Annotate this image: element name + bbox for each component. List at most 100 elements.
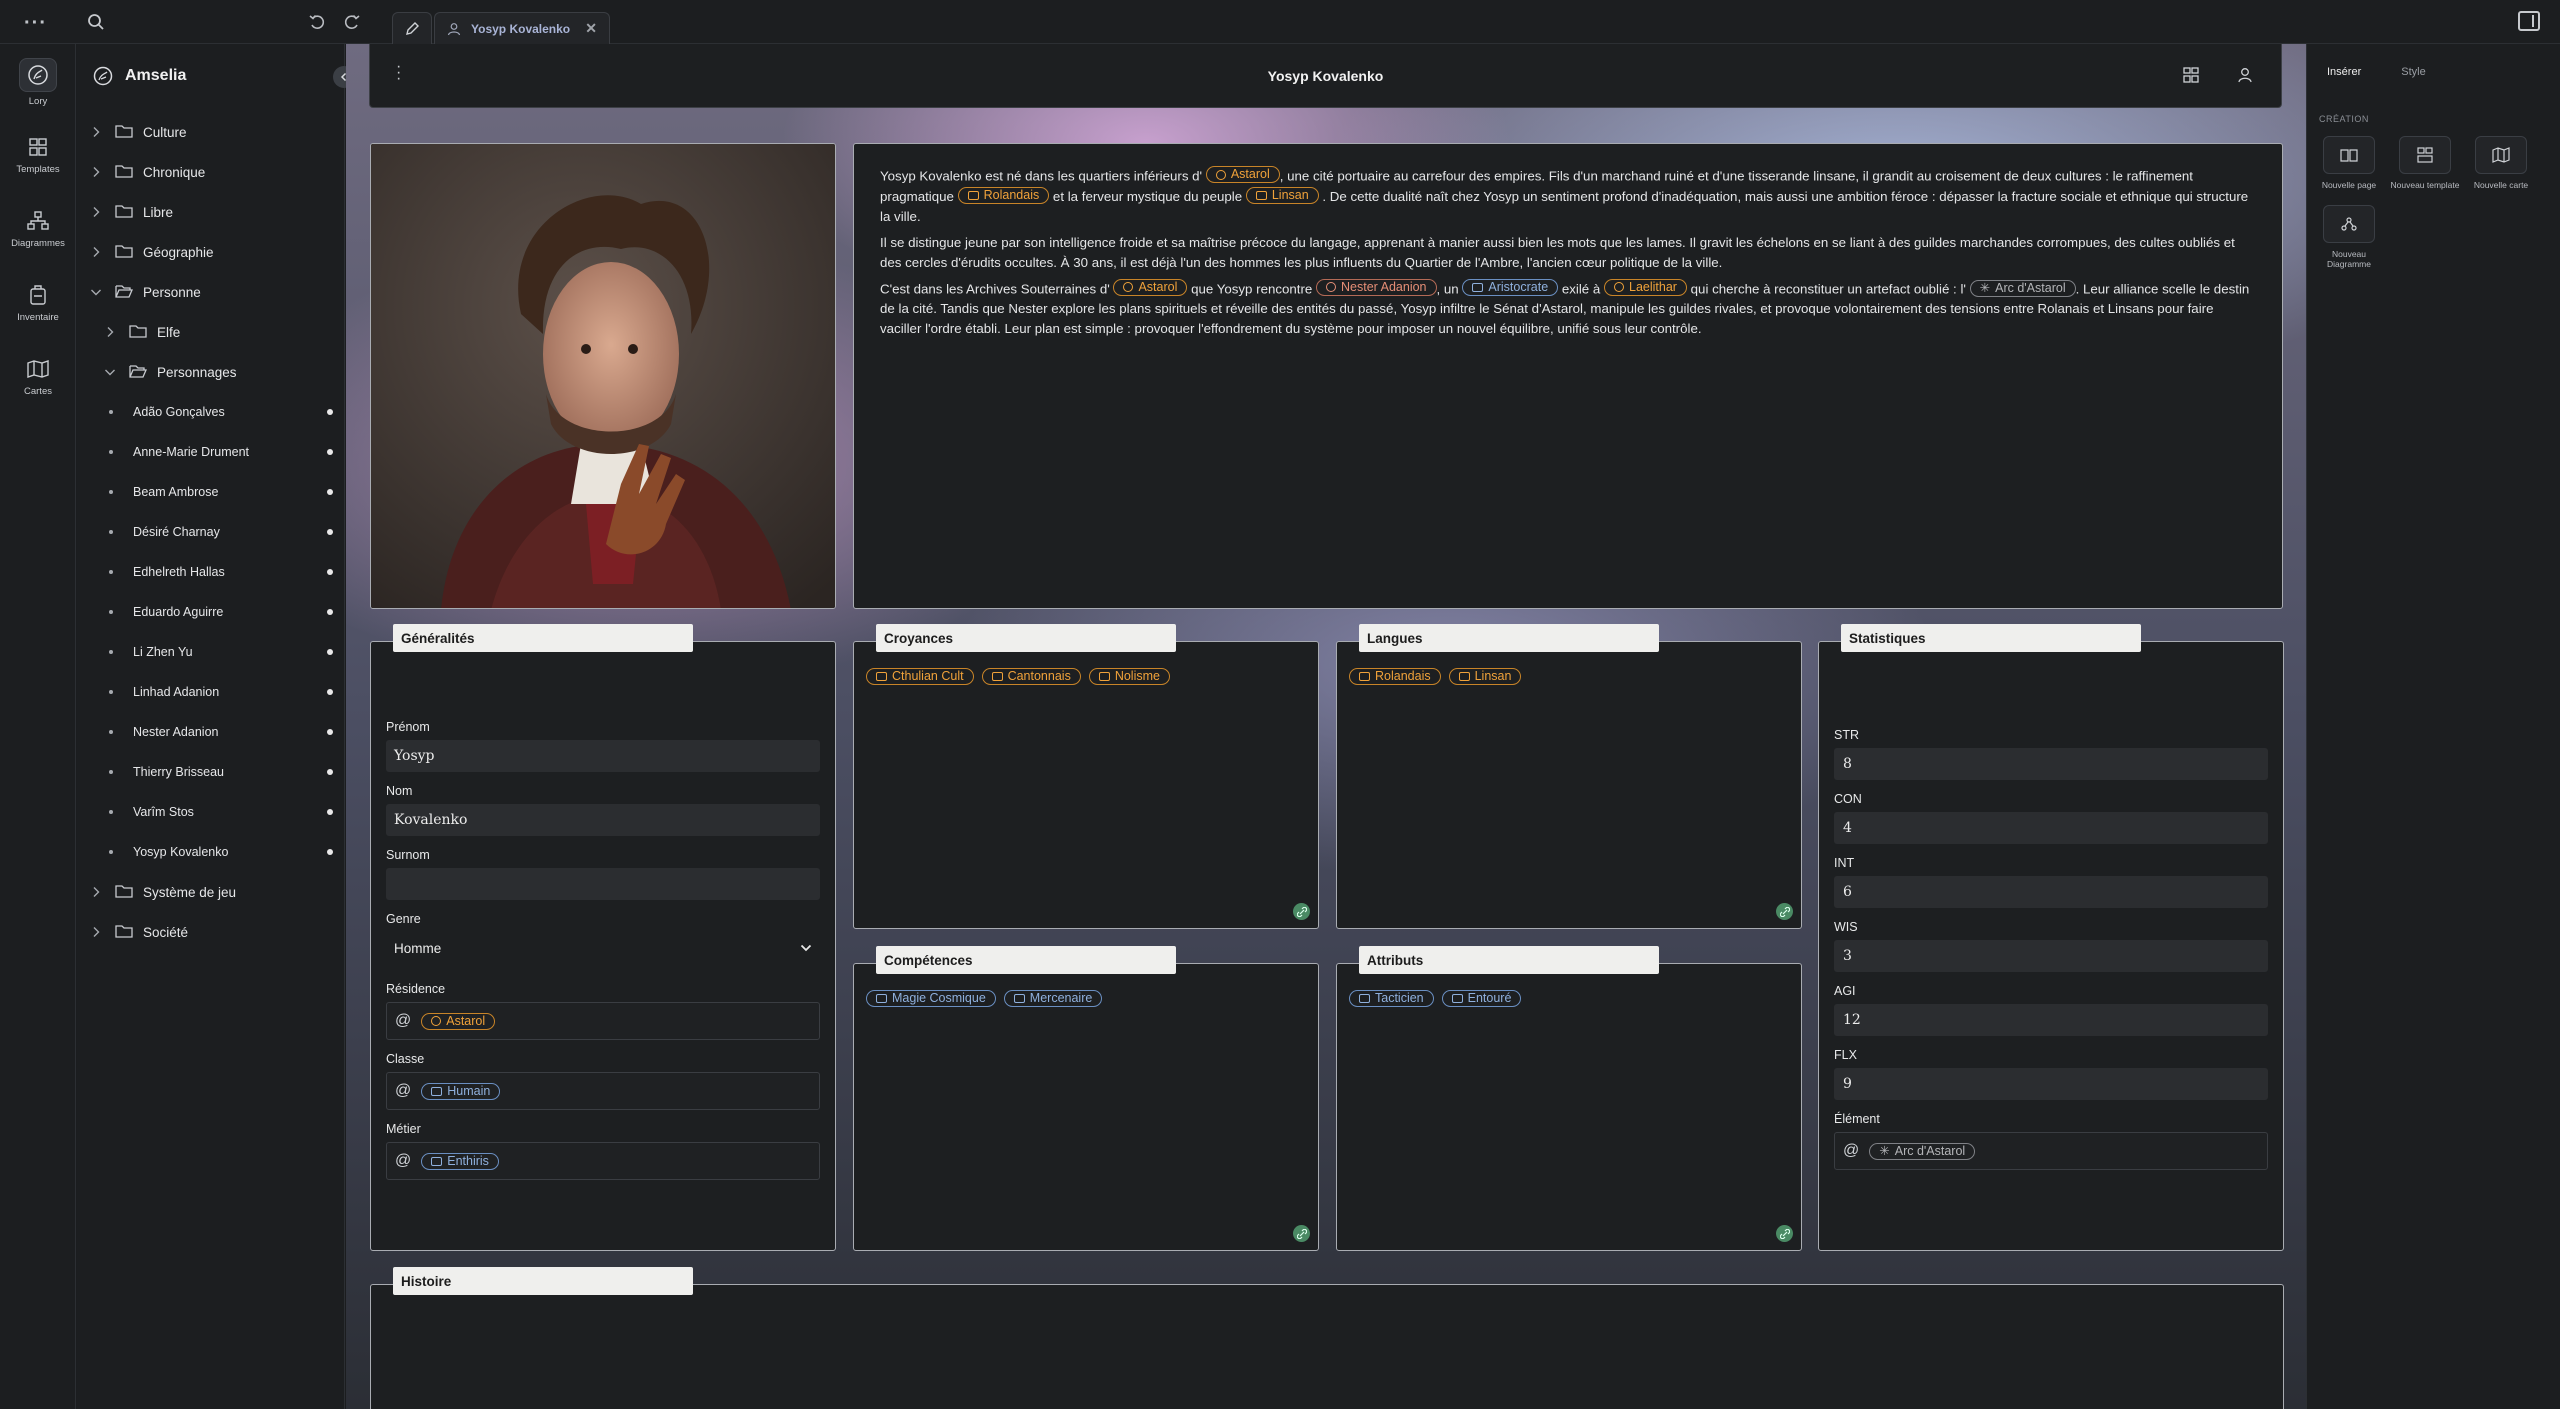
toggle-right-panel-icon[interactable] — [2518, 11, 2540, 31]
tree-item-personnages[interactable]: Personnages — [77, 352, 345, 392]
prenom-field[interactable]: Yosyp — [386, 740, 820, 772]
link-chip[interactable]: Aristocrate — [1462, 279, 1559, 296]
surnom-field[interactable] — [386, 868, 820, 900]
document-tab[interactable]: Yosyp Kovalenko ✕ — [434, 12, 610, 44]
bio-text: et la ferveur mystique du peuple — [1052, 188, 1243, 204]
residence-label: Résidence — [386, 982, 446, 996]
tree-item-personne[interactable]: Personne — [77, 272, 345, 312]
tree-item-libre[interactable]: Libre — [77, 192, 345, 232]
rail-item-lory[interactable]: Lory — [0, 58, 76, 107]
tree-item-chronique[interactable]: Chronique — [77, 152, 345, 192]
tree-item-label: Libre — [143, 204, 174, 220]
stat-field-flx[interactable]: 9 — [1834, 1068, 2268, 1100]
link-chip[interactable]: Rolandais — [957, 186, 1050, 204]
new-template-button[interactable]: Nouveau template — [2387, 136, 2463, 191]
chevron-right-icon[interactable] — [89, 166, 103, 178]
tree-item-adao-goncalves[interactable]: Adão Gonçalves — [77, 392, 345, 432]
chevron-right-icon[interactable] — [89, 886, 103, 898]
tab-inserer[interactable]: Insérer — [2327, 66, 2361, 78]
new-page-button[interactable]: Nouvelle page — [2311, 136, 2387, 191]
classe-field[interactable]: @ Humain — [386, 1072, 820, 1110]
app-menu-icon[interactable]: ··· — [24, 12, 47, 35]
chevron-right-icon[interactable] — [89, 246, 103, 258]
croyance-chip[interactable]: Cthulian Cult — [866, 668, 974, 685]
metier-chip[interactable]: Enthiris — [421, 1152, 499, 1170]
attribut-chip[interactable]: Entouré — [1441, 990, 1522, 1007]
chevron-right-icon[interactable] — [89, 926, 103, 938]
rail-item-cartes[interactable]: Cartes — [0, 356, 76, 397]
rail-item-inventaire[interactable]: Inventaire — [0, 282, 76, 323]
stat-field-wis[interactable]: 3 — [1834, 940, 2268, 972]
histoire-panel[interactable] — [370, 1284, 2284, 1409]
tree-item-linhad-adanion[interactable]: Linhad Adanion — [77, 672, 345, 712]
link-chip[interactable]: Laelithar — [1604, 278, 1687, 296]
metier-field[interactable]: @ Enthiris — [386, 1142, 820, 1180]
langue-chip[interactable]: Rolandais — [1349, 668, 1441, 685]
stat-field-int[interactable]: 6 — [1834, 876, 2268, 908]
link-chip[interactable]: Linsan — [1245, 186, 1319, 204]
right-panel: Insérer Style CRÉATION Nouvelle page Nou… — [2306, 44, 2560, 1409]
rail-item-templates[interactable]: Templates — [0, 134, 76, 175]
tree-item-li-zhen-yu[interactable]: Li Zhen Yu — [77, 632, 345, 672]
layout-grid-icon[interactable] — [2182, 66, 2200, 84]
residence-field[interactable]: @ Astarol — [386, 1002, 820, 1040]
add-item-button[interactable] — [1776, 903, 1793, 920]
biography-text[interactable]: Yosyp Kovalenko est né dans les quartier… — [853, 143, 2283, 609]
genre-select[interactable]: Homme — [386, 932, 820, 964]
residence-chip[interactable]: Astarol — [421, 1012, 496, 1030]
user-icon[interactable] — [2236, 66, 2254, 84]
tree-item-edhelreth-hallas[interactable]: Edhelreth Hallas — [77, 552, 345, 592]
close-tab-icon[interactable]: ✕ — [585, 20, 597, 37]
redo-icon[interactable] — [342, 12, 362, 32]
classe-label: Classe — [386, 1052, 425, 1066]
chevron-right-icon[interactable] — [103, 326, 117, 338]
tree-item-culture[interactable]: Culture — [77, 112, 345, 152]
classe-chip[interactable]: Humain — [421, 1082, 501, 1100]
tree-item-geographie[interactable]: Géographie — [77, 232, 345, 272]
tab-style[interactable]: Style — [2401, 66, 2425, 78]
new-map-button[interactable]: Nouvelle carte — [2463, 136, 2539, 191]
tree-item-eduardo-aguirre[interactable]: Eduardo Aguirre — [77, 592, 345, 632]
element-field[interactable]: @ ✳ Arc d'Astarol — [1834, 1132, 2268, 1170]
tree-item-elfe[interactable]: Elfe — [77, 312, 345, 352]
character-portrait[interactable] — [370, 143, 836, 609]
link-chip[interactable]: Nester Adanion — [1316, 278, 1437, 296]
workspace-header[interactable]: Amselia — [77, 44, 344, 108]
stat-field-agi[interactable]: 12 — [1834, 1004, 2268, 1036]
add-item-button[interactable] — [1293, 903, 1310, 920]
competence-chip[interactable]: Mercenaire — [1003, 990, 1103, 1007]
tree-item-systeme-de-jeu[interactable]: Système de jeu — [77, 872, 345, 912]
search-icon[interactable] — [86, 12, 106, 32]
link-chip[interactable]: Astarol — [1113, 278, 1188, 296]
attribut-chip[interactable]: Tacticien — [1349, 990, 1434, 1007]
tree-item-beam-ambrose[interactable]: Beam Ambrose — [77, 472, 345, 512]
tree-item-varim-stos[interactable]: Varîm Stos — [77, 792, 345, 832]
chevron-right-icon[interactable] — [89, 126, 103, 138]
edit-mode-tab[interactable] — [392, 12, 432, 44]
croyance-chip[interactable]: Cantonnais — [981, 668, 1081, 685]
undo-icon[interactable] — [307, 12, 327, 32]
stat-field-con[interactable]: 4 — [1834, 812, 2268, 844]
link-chip[interactable]: Astarol — [1205, 166, 1280, 183]
chevron-down-icon[interactable] — [103, 368, 117, 376]
tree-item-desire-charnay[interactable]: Désiré Charnay — [77, 512, 345, 552]
croyance-chip[interactable]: Nolisme — [1088, 668, 1170, 685]
langue-chip[interactable]: Linsan — [1448, 668, 1522, 685]
add-item-button[interactable] — [1293, 1225, 1310, 1242]
stat-field-str[interactable]: 8 — [1834, 748, 2268, 780]
rail-item-diagrammes[interactable]: Diagrammes — [0, 208, 76, 249]
link-chip[interactable]: ✳ Arc d'Astarol — [1969, 280, 2076, 297]
tree-item-yosyp-kovalenko[interactable]: Yosyp Kovalenko — [77, 832, 345, 872]
tree-item-anne-marie-drument[interactable]: Anne-Marie Drument — [77, 432, 345, 472]
chevron-down-icon[interactable] — [89, 288, 103, 296]
nom-field[interactable]: Kovalenko — [386, 804, 820, 836]
element-chip[interactable]: ✳ Arc d'Astarol — [1869, 1142, 1976, 1160]
new-diagram-button[interactable]: Nouveau Diagramme — [2311, 204, 2387, 270]
chevron-right-icon[interactable] — [89, 206, 103, 218]
add-item-button[interactable] — [1776, 1225, 1793, 1242]
tree-item-nester-adanion[interactable]: Nester Adanion — [77, 712, 345, 752]
tree-item-thierry-brisseau[interactable]: Thierry Brisseau — [77, 752, 345, 792]
item-label: Nouveau template — [2390, 180, 2460, 190]
competence-chip[interactable]: Magie Cosmique — [866, 990, 996, 1007]
tree-item-societe[interactable]: Société — [77, 912, 345, 952]
